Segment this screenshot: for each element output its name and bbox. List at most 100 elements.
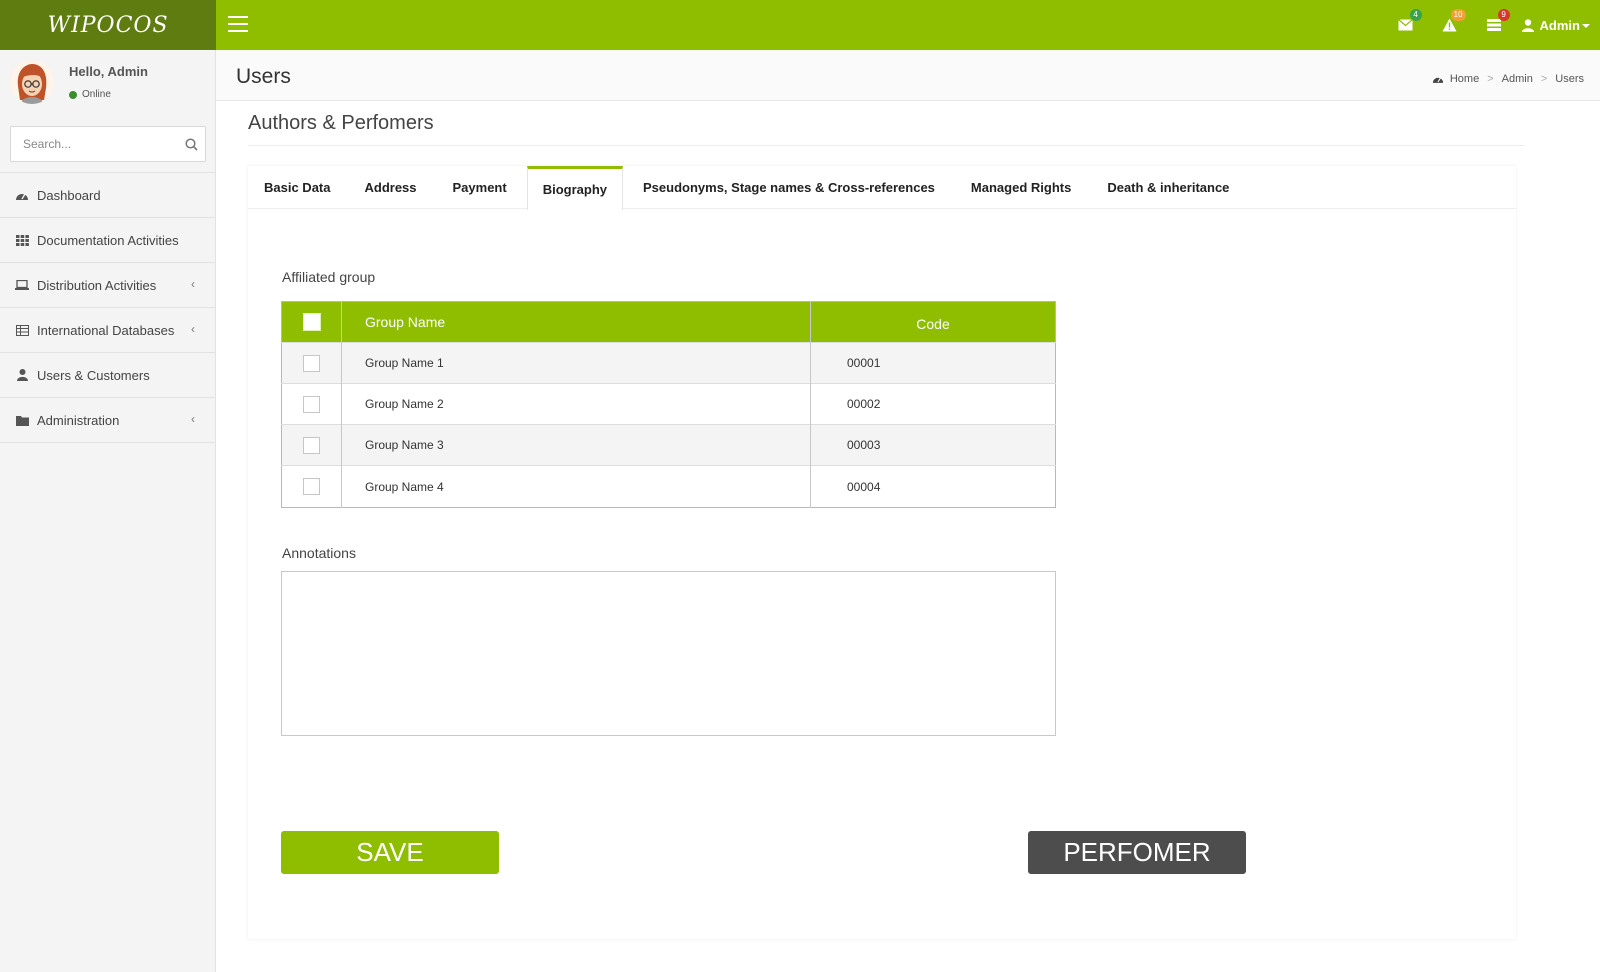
envelope-icon xyxy=(1398,19,1413,31)
tasks-badge: 9 xyxy=(1497,9,1510,21)
tab-biography[interactable]: Biography xyxy=(526,166,624,210)
dashboard-icon xyxy=(1432,77,1444,83)
tab-death-inheritance[interactable]: Death & inheritance xyxy=(1089,166,1247,209)
row-checkbox-cell xyxy=(281,383,342,425)
content-header: Users Home > Admin > Users xyxy=(216,50,1600,101)
group-name-cell: Group Name 2 xyxy=(341,383,811,425)
logo[interactable]: WIPOCOS xyxy=(0,0,216,50)
row-checkbox-cell xyxy=(281,424,342,466)
section-title: Authors & Perfomers xyxy=(248,112,434,134)
top-right-menu: 4 10 9 Admin xyxy=(1384,0,1590,50)
group-name-cell: Group Name 1 xyxy=(341,342,811,384)
tab-label: Pseudonyms, Stage names & Cross-referenc… xyxy=(643,180,935,195)
annotations-textarea[interactable] xyxy=(281,571,1056,736)
group-code-cell: 00003 xyxy=(810,424,1056,466)
online-dot-icon xyxy=(69,90,77,99)
table-header-row: Group Name Code xyxy=(281,301,1056,343)
sidebar-item-administration[interactable]: Administration ‹ xyxy=(0,398,215,443)
sidebar-item-label: Distribution Activities xyxy=(37,277,157,293)
select-all-cell xyxy=(281,301,342,343)
sidebar-item-label: Documentation Activities xyxy=(37,232,179,248)
breadcrumb-separator: > xyxy=(1540,73,1548,85)
affiliated-group-table: Group Name Code Group Name 1 00001 Group… xyxy=(281,301,1056,508)
row-checkbox[interactable] xyxy=(303,354,320,372)
greeting: Hello, Admin xyxy=(69,64,148,79)
breadcrumb-separator: > xyxy=(1487,73,1494,85)
sidebar-menu: Dashboard Documentation Activities Distr… xyxy=(0,172,215,443)
table-row: Group Name 3 00003 xyxy=(281,424,1056,466)
table-row: Group Name 2 00002 xyxy=(281,383,1056,425)
sidebar-item-documentation-activities[interactable]: Documentation Activities xyxy=(0,218,215,263)
column-header-code[interactable]: Code xyxy=(810,301,1056,343)
tab-label: Basic Data xyxy=(264,180,331,195)
breadcrumb: Home > Admin > Users xyxy=(1432,73,1584,85)
top-navbar: 4 10 9 Admin xyxy=(216,0,1600,50)
tab-pseudonyms[interactable]: Pseudonyms, Stage names & Cross-referenc… xyxy=(623,166,953,209)
tab-label: Address xyxy=(364,180,417,195)
select-all-checkbox[interactable] xyxy=(302,313,321,332)
affiliated-group-label: Affiliated group xyxy=(282,269,376,285)
chevron-left-icon: ‹ xyxy=(191,412,195,426)
tab-label: Managed Rights xyxy=(970,180,1072,195)
tab-bar: Basic Data Address Payment Biography Pse… xyxy=(248,166,1516,210)
sidebar-item-dashboard[interactable]: Dashboard xyxy=(0,173,215,218)
messages-badge: 4 xyxy=(1409,9,1422,21)
tab-payment[interactable]: Payment xyxy=(435,166,527,209)
sidebar-item-label: Dashboard xyxy=(37,187,101,203)
sidebar-item-label: Administration xyxy=(37,412,120,428)
row-checkbox-cell xyxy=(281,342,342,384)
row-checkbox[interactable] xyxy=(303,395,320,413)
group-code-cell: 00004 xyxy=(810,465,1056,508)
tasks-button[interactable]: 9 xyxy=(1472,0,1516,50)
user-menu-label: Admin xyxy=(1539,17,1580,33)
search-icon[interactable] xyxy=(178,137,205,151)
table-icon xyxy=(15,323,29,337)
menu-toggle-icon[interactable] xyxy=(228,16,248,34)
user-menu-dropdown[interactable]: Admin xyxy=(1521,17,1590,33)
alerts-badge: 10 xyxy=(1450,9,1466,21)
performer-button[interactable]: PERFOMER xyxy=(1028,831,1246,874)
tab-label: Payment xyxy=(452,180,507,195)
grid-icon xyxy=(15,233,29,247)
row-checkbox[interactable] xyxy=(303,478,320,495)
save-button[interactable]: SAVE xyxy=(281,831,499,874)
sidebar-item-international-databases[interactable]: International Databases ‹ xyxy=(0,308,215,353)
breadcrumb-home-link[interactable]: Home xyxy=(1450,73,1479,85)
sidebar-item-label: Users & Customers xyxy=(37,367,150,383)
row-checkbox[interactable] xyxy=(303,436,320,454)
tab-label: Death & inheritance xyxy=(1107,180,1230,195)
table-row: Group Name 1 00001 xyxy=(281,342,1056,384)
laptop-icon xyxy=(15,278,29,292)
chevron-left-icon: ‹ xyxy=(191,277,195,291)
tab-basic-data[interactable]: Basic Data xyxy=(248,166,346,209)
caret-down-icon xyxy=(1582,24,1590,28)
search-input[interactable] xyxy=(11,137,178,151)
user-icon xyxy=(1521,18,1534,32)
page-title: Users xyxy=(236,65,291,88)
messages-button[interactable]: 4 xyxy=(1384,0,1428,50)
annotations-label: Annotations xyxy=(282,545,356,561)
online-status-label: Online xyxy=(82,89,111,100)
sidebar-item-distribution-activities[interactable]: Distribution Activities ‹ xyxy=(0,263,215,308)
tab-address[interactable]: Address xyxy=(346,166,434,209)
sidebar-item-label: International Databases xyxy=(37,322,175,338)
alerts-button[interactable]: 10 xyxy=(1428,0,1472,50)
folder-icon xyxy=(15,413,29,427)
dashboard-icon xyxy=(15,188,29,202)
online-status: Online xyxy=(69,89,111,100)
group-name-cell: Group Name 4 xyxy=(341,465,811,508)
avatar xyxy=(10,60,54,104)
group-code-cell: 00002 xyxy=(810,383,1056,425)
row-checkbox-cell xyxy=(281,465,342,508)
column-header-group-name[interactable]: Group Name xyxy=(341,301,811,343)
chevron-left-icon: ‹ xyxy=(191,322,195,336)
tasks-icon xyxy=(1486,19,1501,31)
sidebar-search xyxy=(10,126,206,162)
user-panel: Hello, Admin Online xyxy=(0,50,215,114)
tab-managed-rights[interactable]: Managed Rights xyxy=(953,166,1089,209)
group-code-cell: 00001 xyxy=(810,342,1056,384)
sidebar-item-users-customers[interactable]: Users & Customers xyxy=(0,353,215,398)
breadcrumb-admin-link[interactable]: Admin xyxy=(1502,73,1533,85)
table-row: Group Name 4 00004 xyxy=(281,465,1056,508)
form-card: Basic Data Address Payment Biography Pse… xyxy=(248,166,1516,939)
